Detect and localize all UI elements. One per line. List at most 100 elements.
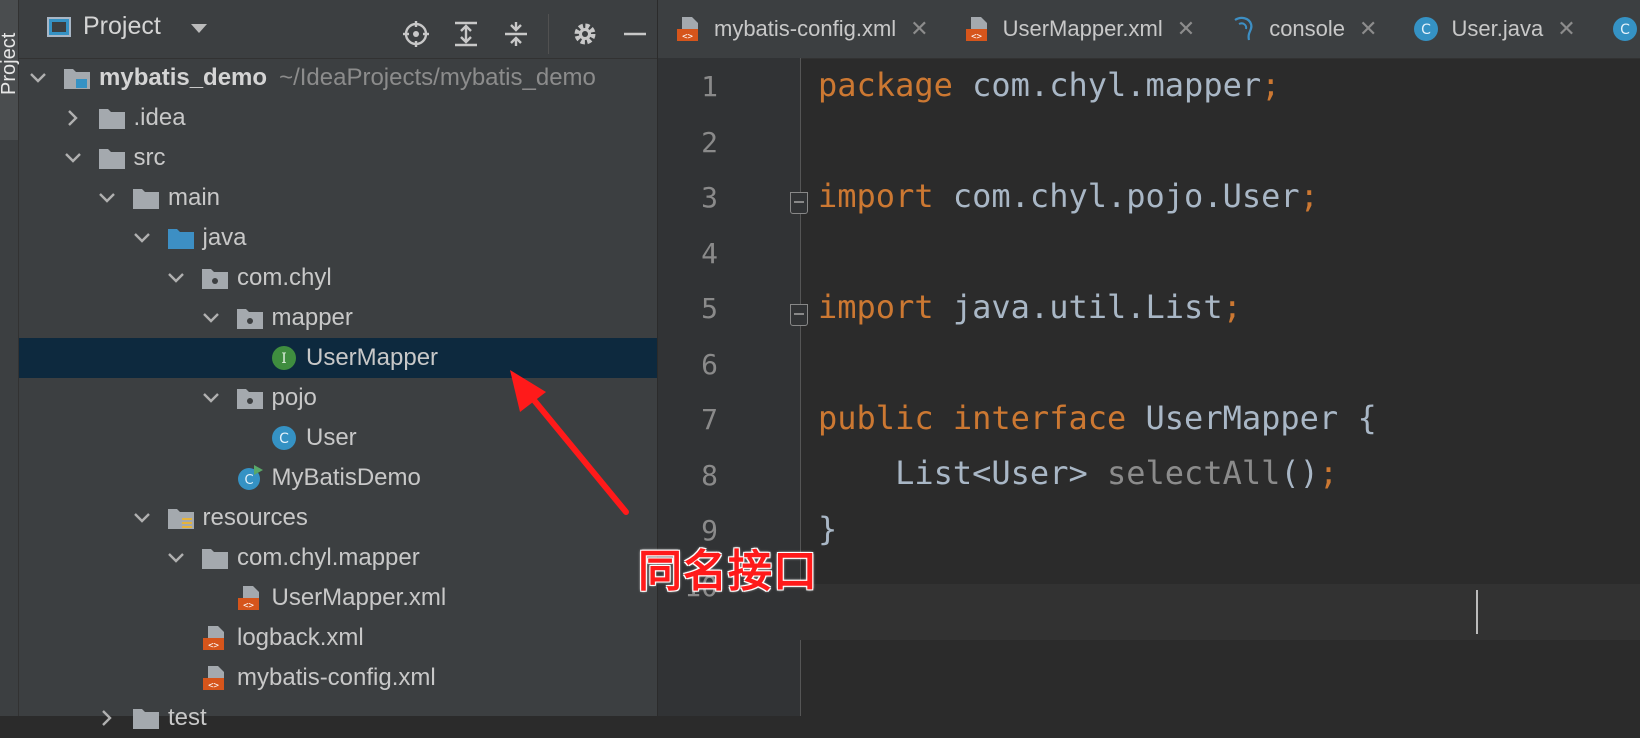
close-icon[interactable]: ✕ <box>1359 16 1377 42</box>
class-icon: C <box>270 426 298 450</box>
project-tool-window-label: Project <box>0 32 20 95</box>
project-window-icon <box>47 16 71 37</box>
project-panel-toolbar <box>380 14 649 54</box>
line-number: 8 <box>701 458 718 492</box>
tree-item-label: main <box>168 184 221 211</box>
chevron-down-icon[interactable] <box>200 307 222 329</box>
editor-tab-bar: <> mybatis-config.xml ✕ <> UserMapper.xml ✕ co… <box>658 0 1640 59</box>
tree-item-test[interactable]: test <box>19 698 657 738</box>
collapse-all-icon[interactable] <box>502 20 530 48</box>
chevron-down-icon[interactable] <box>165 267 187 289</box>
editor-tab[interactable]: console ✕ <box>1213 0 1395 58</box>
locate-file-icon[interactable] <box>402 20 430 48</box>
tree-item-label: java <box>202 224 247 251</box>
tool-window-strip: Project <box>0 0 20 716</box>
svg-text:<>: <> <box>208 681 219 691</box>
line-number: 4 <box>701 236 718 270</box>
xml-file-icon: <> <box>965 16 991 42</box>
xml-file-icon: <> <box>201 626 229 651</box>
tree-item-main[interactable]: main <box>19 178 657 218</box>
class-icon: C <box>1612 16 1638 42</box>
tree-item-mybatis-config-xml[interactable]: <> mybatis-config.xml <box>19 658 657 698</box>
chevron-down-icon[interactable] <box>27 67 49 89</box>
line-number: 6 <box>701 347 718 381</box>
tree-item-label: resources <box>202 504 308 531</box>
chevron-down-icon[interactable] <box>200 387 222 409</box>
svg-text:C: C <box>244 473 253 488</box>
svg-text:<>: <> <box>243 601 254 611</box>
line-number: 5 <box>701 292 718 325</box>
tree-item-label: mapper <box>271 304 353 331</box>
svg-text:<>: <> <box>208 641 219 651</box>
editor-area: <> mybatis-config.xml ✕ <> UserMapper.xml ✕ co… <box>658 0 1640 716</box>
tree-item-label: User <box>306 424 357 451</box>
line-number: 3 <box>701 181 718 214</box>
interface-icon: I <box>270 346 298 370</box>
chevron-down-icon[interactable] <box>165 547 187 569</box>
tree-item-label: .idea <box>133 104 186 131</box>
project-panel-header: Project <box>19 0 657 59</box>
close-icon[interactable]: ✕ <box>1557 16 1575 42</box>
svg-text:<>: <> <box>682 32 693 42</box>
tree-item-label: com.chyl <box>237 264 332 291</box>
folder-icon <box>132 186 160 210</box>
chevron-down-icon[interactable] <box>131 227 153 249</box>
editor-tab-label: console <box>1269 16 1346 41</box>
chevron-down-icon[interactable] <box>96 187 118 209</box>
code-line-1: package com.chyl.mapper; <box>818 66 1281 104</box>
chevron-right-icon[interactable] <box>62 107 84 129</box>
expand-all-icon[interactable] <box>452 20 480 48</box>
chevron-right-icon[interactable] <box>96 707 118 729</box>
xml-file-icon: <> <box>676 16 702 42</box>
tree-item-label: UserMapper.xml <box>271 584 447 611</box>
tree-item-label: pojo <box>271 384 317 411</box>
tree-item-label: MyBatisDemo <box>271 464 421 491</box>
toolbar-separator <box>548 14 549 54</box>
chevron-down-icon[interactable] <box>131 507 153 529</box>
package-icon <box>236 386 264 410</box>
fold-marker-icon[interactable] <box>790 304 808 326</box>
tree-item-label: test <box>168 704 207 731</box>
fold-marker-icon[interactable] <box>790 192 808 214</box>
gear-icon[interactable] <box>571 20 599 48</box>
editor-tab[interactable]: <> mybatis-config.xml ✕ <box>658 0 947 58</box>
code-line-3: import com.chyl.pojo.User; <box>818 177 1319 215</box>
text-caret <box>1476 590 1478 634</box>
close-icon[interactable]: ✕ <box>1177 16 1195 42</box>
project-path: ~/IdeaProjects/mybatis_demo <box>279 64 596 91</box>
chevron-down-icon[interactable] <box>190 24 207 33</box>
xml-file-icon: <> <box>236 586 264 611</box>
svg-text:C: C <box>1620 22 1630 38</box>
tree-item-java[interactable]: java <box>19 218 657 258</box>
xml-file-icon: <> <box>201 666 229 691</box>
project-view-selector[interactable]: Project <box>47 12 207 41</box>
package-icon <box>201 266 229 290</box>
editor-tab-overflow[interactable]: C <box>1594 0 1640 58</box>
class-icon: C <box>1413 16 1439 42</box>
tree-item-mybatis-demo[interactable]: mybatis_demo ~/IdeaProjects/mybatis_demo <box>19 58 657 98</box>
tree-item-src[interactable]: src <box>19 138 657 178</box>
tree-item-com-chyl-mapper[interactable]: com.chyl.mapper <box>19 538 657 578</box>
line-number: 1 <box>701 70 718 103</box>
hide-panel-icon[interactable] <box>621 20 649 48</box>
close-icon[interactable]: ✕ <box>910 16 928 42</box>
runnable-class-icon: C <box>236 465 264 490</box>
code-line-7: public interface UserMapper { <box>818 399 1377 437</box>
project-tool-window-button[interactable]: Project <box>0 0 20 140</box>
line-number: 7 <box>701 403 718 436</box>
svg-text:<>: <> <box>971 32 982 42</box>
tree-item-logback-xml[interactable]: <> logback.xml <box>19 618 657 658</box>
tree-item-label: com.chyl.mapper <box>237 544 420 571</box>
editor-tab[interactable]: C User.java ✕ <box>1395 0 1593 58</box>
tree-item-usermapper-xml[interactable]: <> UserMapper.xml <box>19 578 657 618</box>
editor-tab[interactable]: <> UserMapper.xml ✕ <box>947 0 1214 58</box>
tree-item-mapper[interactable]: mapper <box>19 298 657 338</box>
folder-icon <box>201 546 229 570</box>
chevron-down-icon[interactable] <box>62 147 84 169</box>
annotation-arrow <box>510 370 629 515</box>
code-content[interactable]: package com.chyl.mapper; import com.chyl… <box>818 58 1640 716</box>
tree-item-com-chyl[interactable]: com.chyl <box>19 258 657 298</box>
tree-item-idea[interactable]: .idea <box>19 98 657 138</box>
tree-item-label: src <box>133 144 166 171</box>
folder-icon <box>132 706 160 730</box>
